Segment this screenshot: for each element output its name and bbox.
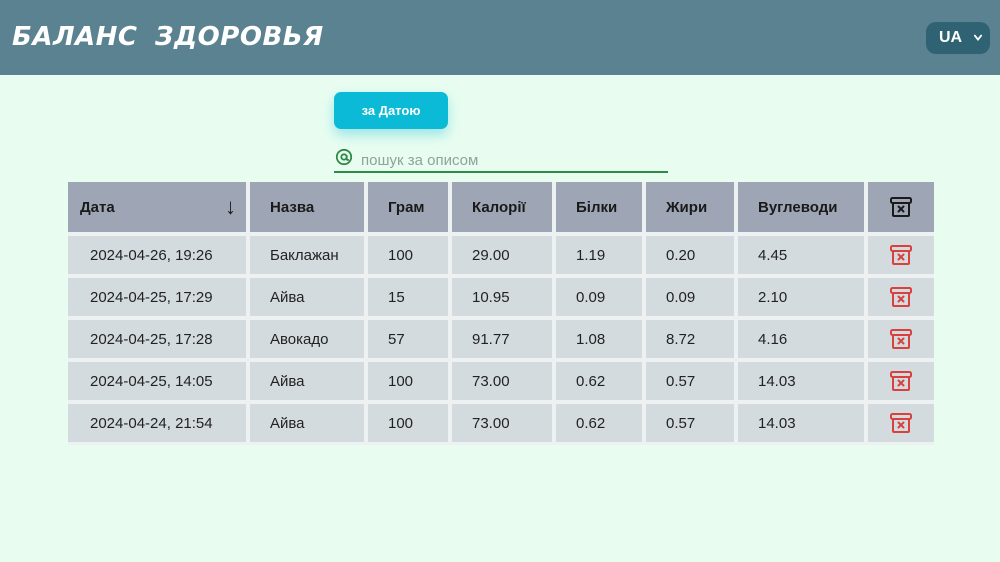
delete-icon[interactable] <box>889 244 913 266</box>
column-header-fat[interactable]: Жири <box>646 182 734 232</box>
cell-date: 2024-04-24, 21:54 <box>68 404 246 442</box>
table-row: 2024-04-24, 21:54 Айва 100 73.00 0.62 0.… <box>68 404 934 442</box>
column-header-delete[interactable] <box>868 182 934 232</box>
cell-carbs: 14.03 <box>738 362 864 400</box>
column-header-grams[interactable]: Грам <box>368 182 448 232</box>
cell-date: 2024-04-25, 14:05 <box>68 362 246 400</box>
column-header-name[interactable]: Назва <box>250 182 364 232</box>
app-header: БАЛАНС ЗДОРОВЬЯ UA <box>0 0 1000 75</box>
cell-protein: 1.08 <box>556 320 642 358</box>
cell-grams: 15 <box>368 278 448 316</box>
cell-fat: 0.57 <box>646 404 734 442</box>
cell-protein: 1.19 <box>556 236 642 274</box>
cell-name: Баклажан <box>250 236 364 274</box>
cell-fat: 0.20 <box>646 236 734 274</box>
table-header-row: Дата ↓ Назва Грам Калорії Білки Жири Вуг… <box>68 182 934 232</box>
cell-grams: 100 <box>368 236 448 274</box>
delete-icon[interactable] <box>889 370 913 392</box>
column-header-date[interactable]: Дата ↓ <box>68 182 246 232</box>
delete-row-button[interactable] <box>868 362 934 400</box>
cell-protein: 0.62 <box>556 404 642 442</box>
table-row: 2024-04-25, 17:29 Айва 15 10.95 0.09 0.0… <box>68 278 934 316</box>
delete-row-button[interactable] <box>868 236 934 274</box>
cell-protein: 0.62 <box>556 362 642 400</box>
cell-grams: 57 <box>368 320 448 358</box>
cell-grams: 100 <box>368 404 448 442</box>
cell-carbs: 2.10 <box>738 278 864 316</box>
cell-grams: 100 <box>368 362 448 400</box>
search-input[interactable] <box>361 149 661 171</box>
cell-carbs: 4.16 <box>738 320 864 358</box>
cell-carbs: 14.03 <box>738 404 864 442</box>
cell-name: Айва <box>250 404 364 442</box>
cell-fat: 0.09 <box>646 278 734 316</box>
delete-icon[interactable] <box>889 412 913 434</box>
delete-row-button[interactable] <box>868 278 934 316</box>
cell-calories: 10.95 <box>452 278 552 316</box>
column-header-calories[interactable]: Калорії <box>452 182 552 232</box>
language-value: UA <box>939 29 963 46</box>
delete-row-button[interactable] <box>868 320 934 358</box>
entries-table: Дата ↓ Назва Грам Калорії Білки Жири Вуг… <box>64 178 938 446</box>
table-row: 2024-04-26, 19:26 Баклажан 100 29.00 1.1… <box>68 236 934 274</box>
sort-arrow-icon: ↓ <box>225 194 236 219</box>
archive-x-icon <box>890 197 912 217</box>
cell-calories: 73.00 <box>452 404 552 442</box>
cell-calories: 91.77 <box>452 320 552 358</box>
app-title: БАЛАНС ЗДОРОВЬЯ <box>12 22 324 52</box>
cell-name: Айва <box>250 362 364 400</box>
cell-fat: 0.57 <box>646 362 734 400</box>
cell-name: Авокадо <box>250 320 364 358</box>
chevron-down-icon <box>974 34 982 42</box>
cell-date: 2024-04-26, 19:26 <box>68 236 246 274</box>
column-header-protein[interactable]: Білки <box>556 182 642 232</box>
at-sign-icon <box>335 148 353 166</box>
column-header-label: Дата <box>80 198 115 216</box>
cell-carbs: 4.45 <box>738 236 864 274</box>
cell-name: Айва <box>250 278 364 316</box>
cell-protein: 0.09 <box>556 278 642 316</box>
language-select[interactable]: UA <box>926 22 990 54</box>
delete-icon[interactable] <box>889 328 913 350</box>
delete-icon[interactable] <box>889 286 913 308</box>
cell-date: 2024-04-25, 17:29 <box>68 278 246 316</box>
search-bar <box>334 148 668 173</box>
cell-calories: 29.00 <box>452 236 552 274</box>
cell-calories: 73.00 <box>452 362 552 400</box>
table-row: 2024-04-25, 17:28 Авокадо 57 91.77 1.08 … <box>68 320 934 358</box>
delete-row-button[interactable] <box>868 404 934 442</box>
cell-fat: 8.72 <box>646 320 734 358</box>
table-row: 2024-04-25, 14:05 Айва 100 73.00 0.62 0.… <box>68 362 934 400</box>
cell-date: 2024-04-25, 17:28 <box>68 320 246 358</box>
column-header-carbs[interactable]: Вуглеводи <box>738 182 864 232</box>
sort-by-date-button[interactable]: за Датою <box>334 92 448 129</box>
